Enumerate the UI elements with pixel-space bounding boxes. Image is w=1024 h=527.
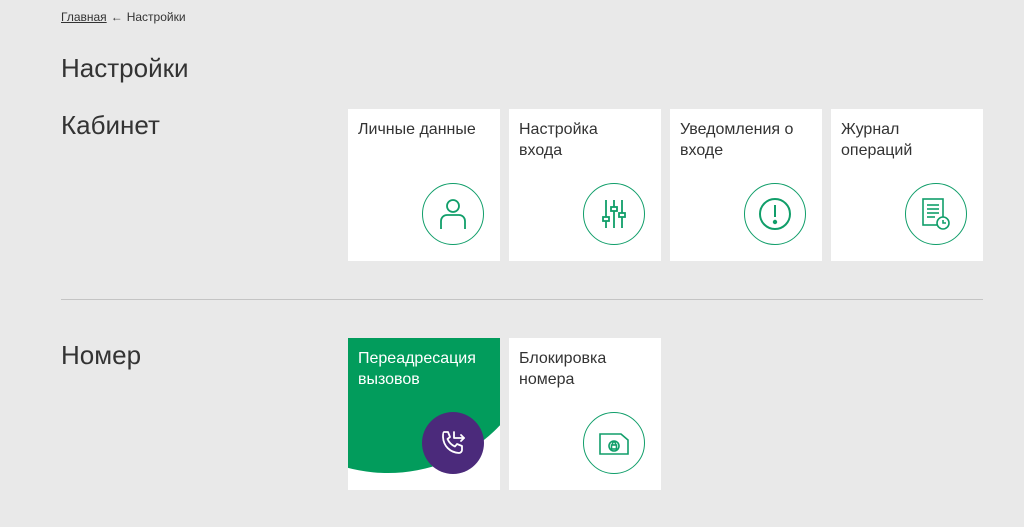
- tile-operations-log[interactable]: Журнал операций: [831, 109, 983, 261]
- section-title-cabinet: Кабинет: [61, 110, 160, 140]
- breadcrumb: Главная ← Настройки: [61, 10, 186, 24]
- tile-label: Блокировка номера: [519, 350, 607, 388]
- alert-icon: [744, 183, 806, 245]
- call-forward-icon: [422, 412, 484, 474]
- journal-icon: [905, 183, 967, 245]
- breadcrumb-current: Настройки: [126, 10, 186, 24]
- page-title: Настройки: [61, 53, 189, 83]
- sliders-icon: [583, 183, 645, 245]
- breadcrumb-home-link[interactable]: Главная: [61, 10, 107, 24]
- tile-label: Уведомления о входе: [680, 121, 794, 159]
- sim-lock-icon: [583, 412, 645, 474]
- tile-label: Настройка входа: [519, 121, 598, 159]
- tile-label: Переадресация вызовов: [358, 350, 476, 388]
- tile-personal-data[interactable]: Личные данные: [348, 109, 500, 261]
- tile-call-forwarding[interactable]: Переадресация вызовов: [348, 338, 500, 490]
- settings-page: Главная ← Настройки Настройки Кабинет Ли…: [0, 0, 1024, 527]
- user-icon: [422, 183, 484, 245]
- breadcrumb-arrow-icon: ←: [110, 10, 123, 24]
- tile-label: Журнал операций: [841, 121, 913, 159]
- tile-number-block[interactable]: Блокировка номера: [509, 338, 661, 490]
- tile-login-notifications[interactable]: Уведомления о входе: [670, 109, 822, 261]
- section-divider: [61, 299, 983, 300]
- section-title-number: Номер: [61, 340, 142, 370]
- tile-label: Личные данные: [358, 121, 476, 138]
- tile-login-settings[interactable]: Настройка входа: [509, 109, 661, 261]
